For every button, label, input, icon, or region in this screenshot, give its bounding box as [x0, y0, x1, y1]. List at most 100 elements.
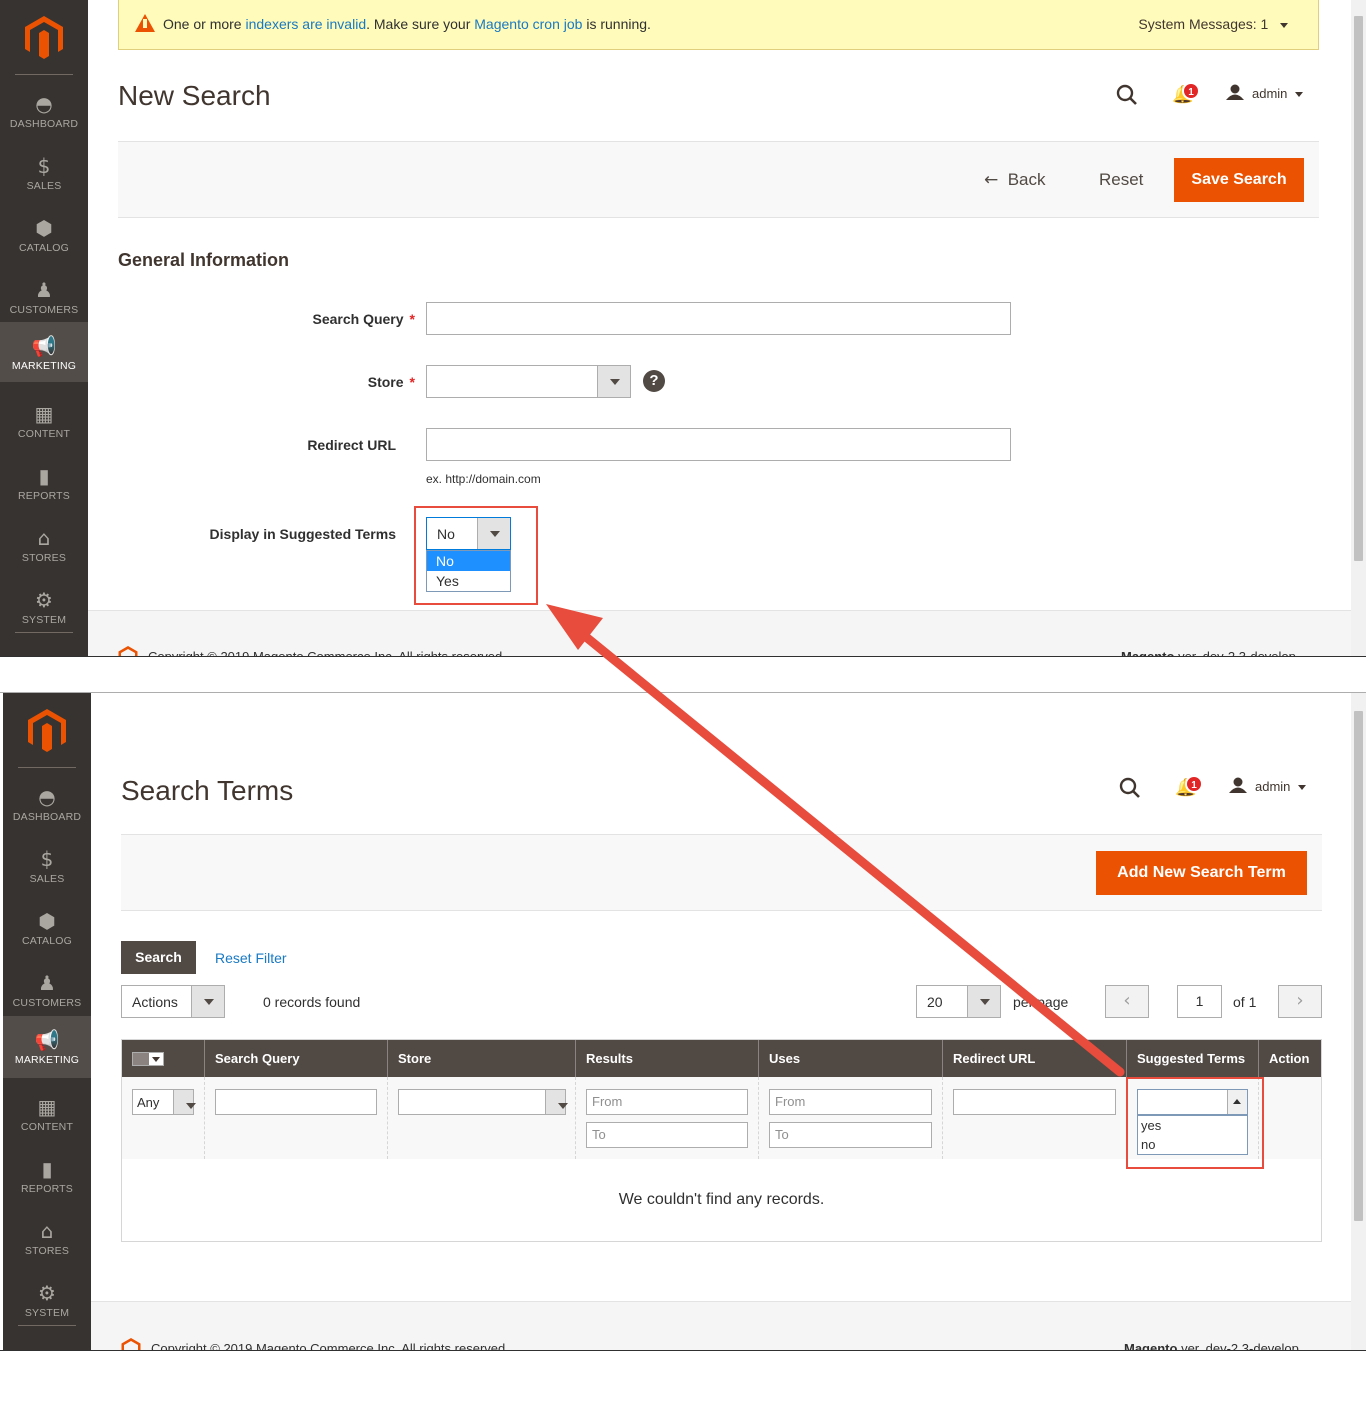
annotation-box-bottom	[1126, 1077, 1264, 1169]
nav-catalog[interactable]: ⬢ CATALOG	[0, 204, 88, 266]
nav-dashboard[interactable]: ◓ DASHBOARD	[3, 773, 91, 835]
layout-icon: ▦	[37, 1095, 57, 1119]
page-actions-bar: ← Back Reset Save Search	[118, 141, 1319, 218]
col-search-query[interactable]: Search Query	[204, 1040, 387, 1077]
page-title: New Search	[118, 80, 271, 111]
per-page-label: per page	[1013, 994, 1069, 1010]
filter-redirect-url-input[interactable]	[953, 1089, 1116, 1115]
next-page-button[interactable]: ›	[1278, 985, 1322, 1018]
help-icon[interactable]: ?	[643, 370, 665, 392]
annotation-box-top	[414, 506, 538, 605]
notifications-badge: 1	[1185, 775, 1203, 793]
nav-customers[interactable]: ♟ CUSTOMERS	[3, 959, 91, 1021]
nav-customers[interactable]: ♟ CUSTOMERS	[0, 266, 88, 328]
nav-marketing[interactable]: 📢 MARKETING	[3, 1016, 91, 1078]
nav-reports[interactable]: ▮ REPORTS	[3, 1145, 91, 1207]
chevron-down-icon	[545, 1090, 568, 1114]
megaphone-icon: 📢	[34, 1028, 60, 1052]
add-new-search-term-button[interactable]: Add New Search Term	[1096, 851, 1307, 895]
filter-uses-to[interactable]: To	[769, 1122, 932, 1148]
save-search-button[interactable]: Save Search	[1174, 158, 1304, 202]
nav-reports[interactable]: ▮ REPORTS	[0, 452, 88, 514]
nav-catalog[interactable]: ⬢ CATALOG	[3, 897, 91, 959]
page-actions-bar: Add New Search Term	[121, 834, 1322, 911]
scrollbar[interactable]	[1351, 0, 1366, 656]
search-terms-screenshot: ◓ DASHBOARD $ SALES ⬢ CATALOG ♟ CUSTOMERS 📢 M…	[0, 692, 1366, 1351]
filter-search-query-input[interactable]	[215, 1089, 377, 1115]
dollar-icon: $	[40, 847, 54, 871]
store-icon: ⌂	[40, 1219, 54, 1243]
dollar-icon: $	[37, 154, 51, 178]
col-suggested-terms[interactable]: Suggested Terms	[1126, 1040, 1258, 1077]
col-store[interactable]: Store	[387, 1040, 575, 1077]
magento-logo-icon[interactable]	[28, 709, 66, 753]
display-suggested-label: Display in Suggested Terms	[209, 526, 396, 542]
filter-results-from[interactable]: From	[586, 1089, 748, 1115]
nav-content[interactable]: ▦ CONTENT	[3, 1083, 91, 1145]
mass-select-checkbox[interactable]	[132, 1052, 164, 1066]
mass-actions-select[interactable]: Actions	[121, 985, 225, 1018]
nav-content[interactable]: ▦ CONTENT	[0, 390, 88, 452]
search-icon[interactable]	[1116, 84, 1138, 106]
store-label: Store *	[367, 374, 415, 390]
filter-store-select[interactable]	[398, 1089, 568, 1115]
person-icon: ♟	[38, 971, 56, 995]
filter-uses-from[interactable]: From	[769, 1089, 932, 1115]
reset-button[interactable]: Reset	[1099, 170, 1143, 190]
redirect-url-label: Redirect URL	[307, 437, 396, 453]
cron-job-link[interactable]: Magento cron job	[474, 16, 582, 32]
chevron-right-icon: ›	[1296, 990, 1304, 1011]
search-button[interactable]: Search	[121, 941, 196, 974]
nav-system[interactable]: ⚙ SYSTEM	[3, 1269, 91, 1331]
back-button[interactable]: ← Back	[984, 170, 1046, 190]
page-total: of 1	[1233, 994, 1257, 1010]
chevron-down-icon	[597, 366, 630, 397]
footer-copyright: Copyright © 2019 Magento Commerce Inc. A…	[148, 649, 506, 657]
grid-header: Search Query Store Results Uses Redirect…	[122, 1040, 1321, 1077]
footer-version: Magento ver. dev-2.3-develop	[1124, 1341, 1299, 1351]
redirect-url-input[interactable]	[426, 428, 1011, 461]
indexers-link[interactable]: indexers are invalid	[245, 16, 366, 32]
scrollbar[interactable]	[1351, 693, 1366, 1350]
chevron-left-icon: ‹	[1123, 990, 1131, 1011]
col-results[interactable]: Results	[575, 1040, 758, 1077]
admin-sidebar: ◓ DASHBOARD $ SALES ⬢ CATALOG ♟ CUSTOMERS 📢 M…	[0, 0, 88, 656]
col-redirect-url[interactable]: Redirect URL	[942, 1040, 1126, 1077]
cube-icon: ⬢	[35, 216, 53, 240]
magento-footer-logo-icon	[118, 646, 138, 656]
filter-results-to[interactable]: To	[586, 1122, 748, 1148]
nav-sales[interactable]: $ SALES	[3, 835, 91, 897]
previous-page-button[interactable]: ‹	[1105, 985, 1149, 1018]
person-icon: ♟	[35, 278, 53, 302]
layout-icon: ▦	[34, 402, 54, 426]
page-footer: Copyright © 2019 Magento Commerce Inc. A…	[91, 1301, 1351, 1351]
footer-copyright: Copyright © 2019 Magento Commerce Inc. A…	[151, 1341, 509, 1351]
search-icon[interactable]	[1119, 777, 1141, 799]
reset-filter-link[interactable]: Reset Filter	[215, 950, 287, 966]
per-page-select[interactable]: 20	[916, 985, 1001, 1018]
arrow-left-icon: ←	[984, 170, 999, 190]
user-menu[interactable]: admin	[1229, 777, 1306, 794]
nav-sales[interactable]: $ SALES	[0, 142, 88, 204]
page-number-input[interactable]: 1	[1177, 985, 1222, 1018]
col-uses[interactable]: Uses	[758, 1040, 942, 1077]
records-found: 0 records found	[263, 994, 361, 1010]
store-select[interactable]	[426, 365, 631, 398]
nav-dashboard[interactable]: ◓ DASHBOARD	[0, 80, 88, 142]
system-messages-toggle[interactable]: System Messages: 1	[1138, 0, 1288, 48]
filter-mass-any-select[interactable]: Any	[132, 1089, 196, 1115]
magento-footer-logo-icon	[121, 1338, 141, 1350]
search-query-input[interactable]	[426, 302, 1011, 335]
system-message-bar: One or more indexers are invalid. Make s…	[118, 0, 1319, 50]
nav-marketing[interactable]: 📢 MARKETING	[0, 322, 88, 382]
nav-system[interactable]: ⚙ SYSTEM	[0, 576, 88, 638]
user-menu[interactable]: admin	[1226, 84, 1303, 101]
bar-chart-icon: ▮	[38, 464, 50, 488]
megaphone-icon: 📢	[31, 334, 57, 358]
empty-grid-message: We couldn't find any records.	[618, 1191, 825, 1208]
page-footer: Copyright © 2019 Magento Commerce Inc. A…	[88, 610, 1351, 657]
magento-logo-icon[interactable]	[25, 16, 63, 60]
col-action: Action	[1258, 1040, 1323, 1077]
nav-stores[interactable]: ⌂ STORES	[0, 514, 88, 576]
nav-stores[interactable]: ⌂ STORES	[3, 1207, 91, 1269]
